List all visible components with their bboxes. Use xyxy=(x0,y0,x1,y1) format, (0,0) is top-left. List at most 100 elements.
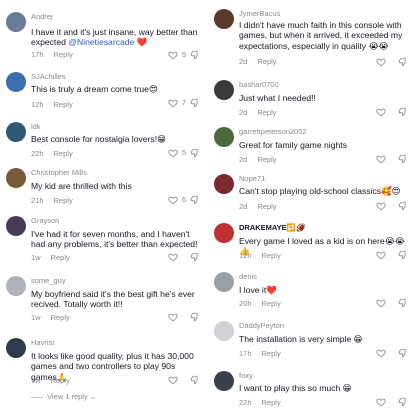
avatar[interactable] xyxy=(6,122,26,142)
like-heart-icon[interactable] xyxy=(376,348,386,358)
dislike-icon[interactable] xyxy=(398,201,408,211)
dislike-icon[interactable] xyxy=(190,195,200,205)
avatar[interactable] xyxy=(214,174,234,194)
comment-text: I've had it for seven months, and I have… xyxy=(31,229,198,250)
divider xyxy=(31,396,43,398)
comment-text: My kid are thrilled with this xyxy=(31,181,132,191)
comment-username[interactable]: bashar0700 xyxy=(239,80,279,89)
comment-time: 21h xyxy=(31,196,44,205)
comment-username[interactable]: garrettpeterson2002 xyxy=(239,127,307,136)
dislike-icon[interactable] xyxy=(398,250,408,260)
comment-meta: 2d Reply xyxy=(239,108,277,117)
reply-button[interactable]: Reply xyxy=(257,57,276,66)
avatar[interactable] xyxy=(6,276,26,296)
like-heart-icon[interactable] xyxy=(168,195,178,205)
avatar[interactable] xyxy=(214,223,234,243)
like-heart-icon[interactable] xyxy=(376,107,386,117)
comment-text: I want to play this so much 😁 xyxy=(239,383,352,393)
like-heart-icon[interactable] xyxy=(168,375,178,385)
emoji: ❤️ xyxy=(136,37,148,48)
like-heart-icon[interactable] xyxy=(376,397,386,407)
reply-button[interactable]: Reply xyxy=(51,253,70,262)
comment-username[interactable]: denis xyxy=(239,272,257,281)
reply-button[interactable]: Reply xyxy=(54,50,73,59)
comment-username[interactable]: Christopher Mills xyxy=(31,168,87,177)
like-heart-icon[interactable] xyxy=(376,201,386,211)
avatar[interactable] xyxy=(214,127,234,147)
dislike-icon[interactable] xyxy=(398,57,408,67)
comment-username[interactable]: some_guy xyxy=(31,276,66,285)
comment-meta: 1w Reply xyxy=(31,253,70,262)
dislike-icon[interactable] xyxy=(398,154,408,164)
avatar[interactable] xyxy=(6,12,26,32)
avatar[interactable] xyxy=(214,321,234,341)
comment-text: My boyfriend said it's the best gift he'… xyxy=(31,289,195,310)
like-heart-icon[interactable] xyxy=(168,148,178,158)
reply-button[interactable]: Reply xyxy=(51,313,70,322)
avatar[interactable] xyxy=(6,216,26,236)
comment-time: 2d xyxy=(239,108,248,117)
comment-username[interactable]: DRAKEMAYE🔁🏈 xyxy=(239,223,305,232)
dislike-icon[interactable] xyxy=(190,50,200,60)
reply-button[interactable]: Reply xyxy=(262,349,281,358)
comment-username[interactable]: Nope71 xyxy=(239,174,265,183)
like-heart-icon[interactable] xyxy=(168,98,178,108)
comment-text: The installation is very simple 😁 xyxy=(239,334,363,344)
comment-meta: 21h Reply xyxy=(31,196,73,205)
comment-meta: 2d Reply xyxy=(239,155,277,164)
like-heart-icon[interactable] xyxy=(376,298,386,308)
like-heart-icon[interactable] xyxy=(168,50,178,60)
avatar[interactable] xyxy=(214,371,234,391)
like-heart-icon[interactable] xyxy=(376,57,386,67)
dislike-icon[interactable] xyxy=(190,252,200,262)
comment-meta: 2d Reply xyxy=(239,57,277,66)
like-heart-icon[interactable] xyxy=(168,252,178,262)
view-replies-label: View 1 reply xyxy=(47,392,88,401)
reply-button[interactable]: Reply xyxy=(257,108,276,117)
like-heart-icon[interactable] xyxy=(376,250,386,260)
comment-username[interactable]: Havrist xyxy=(31,338,54,347)
dislike-icon[interactable] xyxy=(190,312,200,322)
like-heart-icon[interactable] xyxy=(376,154,386,164)
reply-button[interactable]: Reply xyxy=(257,155,276,164)
avatar[interactable] xyxy=(214,80,234,100)
view-replies-link[interactable]: View 1 reply ⌄ xyxy=(31,392,96,401)
dislike-icon[interactable] xyxy=(190,375,200,385)
comment-username[interactable]: ldk xyxy=(31,122,41,131)
comment-time: 12h xyxy=(239,251,252,260)
dislike-icon[interactable] xyxy=(398,348,408,358)
comment-time: 17h xyxy=(239,349,252,358)
comment-username[interactable]: foxy xyxy=(239,371,253,380)
avatar[interactable] xyxy=(6,168,26,188)
avatar[interactable] xyxy=(214,9,234,29)
reply-button[interactable]: Reply xyxy=(54,149,73,158)
dislike-icon[interactable] xyxy=(190,98,200,108)
comment-text: I didn't have much faith in this console… xyxy=(239,20,403,51)
reply-button[interactable]: Reply xyxy=(262,398,281,407)
like-count: 5 xyxy=(181,148,186,157)
comment-meta: 1w Reply xyxy=(31,313,70,322)
reply-button[interactable]: Reply xyxy=(257,202,276,211)
reply-button[interactable]: Reply xyxy=(51,376,70,385)
comment-username[interactable]: JymerBacus xyxy=(239,9,280,18)
comment-text: Best console for nostalgia lovers!😁 xyxy=(31,134,167,144)
comment-username[interactable]: SJAchilles xyxy=(31,72,66,81)
dislike-icon[interactable] xyxy=(190,148,200,158)
reply-button[interactable]: Reply xyxy=(262,251,281,260)
avatar[interactable] xyxy=(6,338,26,358)
comment-text: This is truly a dream come true😍 xyxy=(31,84,158,94)
dislike-icon[interactable] xyxy=(398,298,408,308)
reply-button[interactable]: Reply xyxy=(54,196,73,205)
comment-meta: 17h Reply xyxy=(239,349,281,358)
avatar[interactable] xyxy=(6,72,26,92)
dislike-icon[interactable] xyxy=(398,107,408,117)
like-heart-icon[interactable] xyxy=(168,312,178,322)
mention-link[interactable]: @Ninetiesarcade xyxy=(68,37,134,47)
avatar[interactable] xyxy=(214,272,234,292)
comment-username[interactable]: DaddyPeyton xyxy=(239,321,284,330)
reply-button[interactable]: Reply xyxy=(54,100,73,109)
comment-username[interactable]: Andrej xyxy=(31,12,53,21)
reply-button[interactable]: Reply xyxy=(262,299,281,308)
dislike-icon[interactable] xyxy=(398,397,408,407)
comment-username[interactable]: Grayson xyxy=(31,216,59,225)
